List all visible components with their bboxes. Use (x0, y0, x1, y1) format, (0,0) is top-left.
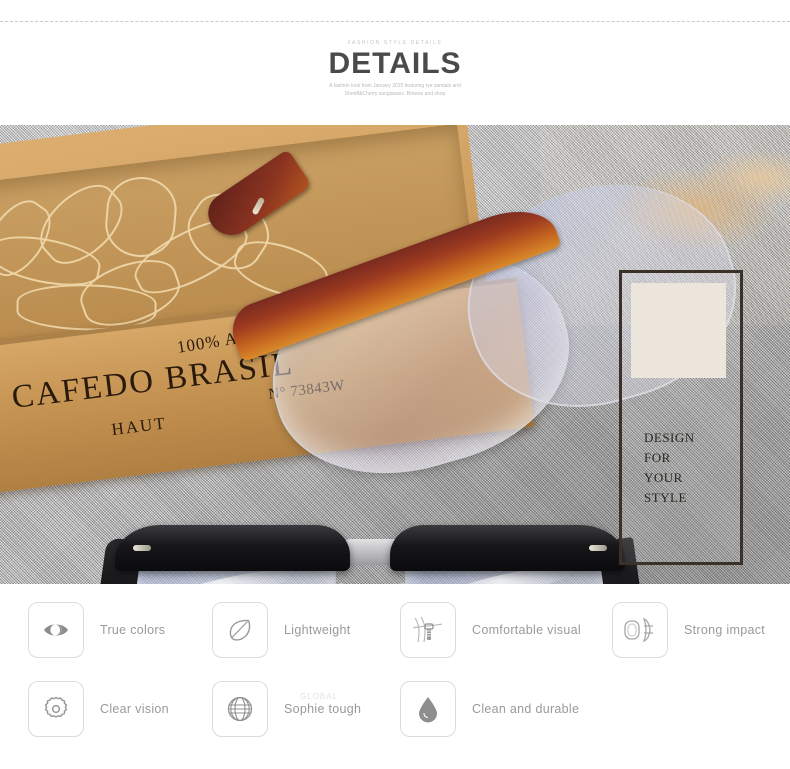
page-title: DETAILS (328, 47, 462, 80)
feature-strong-impact: Strong impact (612, 596, 790, 664)
feature-label-wrap: GLOBAL Sophie tough (284, 692, 362, 716)
feature-label: Strong impact (684, 623, 766, 637)
crate-text-haut: HAUT (110, 413, 168, 440)
design-line-3: YOUR (644, 470, 683, 485)
lens-temple-icon (612, 602, 668, 658)
product-detail-page: FASHION STYLE DETAILS DETAILS A fashion … (0, 0, 790, 769)
gear-icon (28, 681, 84, 737)
hero-product-photo: 100% ARABICA CAFEDO BRASIL N° 73843W HAU… (0, 125, 790, 584)
design-line-4: STYLE (644, 490, 687, 505)
leaf-icon (212, 602, 268, 658)
feature-clear-vision: Clear vision (28, 675, 213, 743)
black-hinge-stud-left (133, 545, 151, 551)
hinge-screw-icon (400, 602, 456, 658)
feature-label: Comfortable visual (472, 623, 581, 637)
header: FASHION STYLE DETAILS DETAILS A fashion … (0, 40, 790, 102)
header-subtitle: A fashion look from January 2015 featuri… (329, 83, 461, 97)
tortoise-hinge-stud (251, 196, 266, 216)
header-kicker: FASHION STYLE DETAILS (347, 40, 443, 46)
design-line-1: DESIGN (644, 430, 695, 445)
droplet-icon (400, 681, 456, 737)
feature-row-1: True colors Lightweight Comfortable visu… (0, 596, 790, 674)
feature-lightweight: Lightweight (212, 596, 392, 664)
feature-label: Sophie tough (284, 702, 362, 716)
black-glasses (95, 517, 645, 584)
feature-label: Clear vision (100, 702, 169, 716)
black-hinge-stud-right (589, 545, 607, 551)
eye-icon (28, 602, 84, 658)
feature-true-colors: True colors (28, 596, 213, 664)
feature-sophie-tough: GLOBAL Sophie tough (212, 675, 392, 743)
ghost-text: GLOBAL (300, 692, 339, 701)
divider-dark-segment (392, 105, 790, 115)
feature-label: Clean and durable (472, 702, 580, 716)
tortoise-glasses (200, 125, 761, 504)
feature-list: True colors Lightweight Comfortable visu… (0, 596, 790, 766)
divider-yellow-segment (0, 105, 392, 115)
top-divider (0, 21, 790, 22)
color-swatch (631, 283, 726, 378)
feature-row-2: Clear vision GLOBAL Sophie tough Clean a… (0, 675, 790, 753)
feature-label: Lightweight (284, 623, 351, 637)
globe-icon (212, 681, 268, 737)
feature-comfortable-visual: Comfortable visual (400, 596, 600, 664)
design-line-2: FOR (644, 450, 671, 465)
design-callout-text: DESIGN FOR YOUR STYLE (644, 428, 740, 508)
design-callout-card: DESIGN FOR YOUR STYLE (619, 270, 743, 565)
accent-divider (0, 105, 790, 115)
feature-clean-and-durable: Clean and durable (400, 675, 600, 743)
feature-label: True colors (100, 623, 166, 637)
